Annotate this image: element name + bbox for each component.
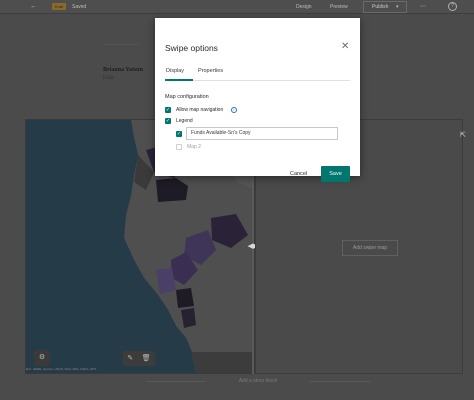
- preview-button[interactable]: Preview: [330, 4, 348, 10]
- map2-legend-checkbox[interactable]: [176, 144, 182, 150]
- delete-icon[interactable]: 🗑: [142, 351, 151, 366]
- more-dots-icon[interactable]: ⋯: [420, 3, 426, 10]
- chevron-down-icon[interactable]: ▾: [396, 4, 399, 10]
- add-story-block[interactable]: Add a story block: [146, 378, 370, 384]
- allow-navigation-label: Allow map navigation: [176, 107, 224, 113]
- map1-legend-checkbox[interactable]: ✓: [176, 131, 182, 137]
- map-attribution: Esri, HERE, Garmin, USGS, NGA, EPA, USDA…: [26, 367, 97, 371]
- app-top-bar: ← Draft Saved Design Preview Publish ▾ ⋯…: [0, 0, 474, 14]
- dialog-title: Swipe options: [165, 43, 218, 53]
- info-icon[interactable]: i: [231, 107, 237, 113]
- add-swipe-map-button[interactable]: Add swipe map: [342, 240, 398, 256]
- cancel-button[interactable]: Cancel: [290, 171, 307, 177]
- legend-label: Legend: [176, 118, 193, 124]
- map2-label: Map 2: [187, 144, 201, 150]
- edit-icon[interactable]: ✎: [127, 351, 133, 366]
- map-toolbar: ✎ 🗑: [123, 351, 155, 366]
- divider: [103, 44, 139, 45]
- section-heading: Map configuration: [165, 94, 209, 100]
- allow-navigation-checkbox[interactable]: ✓: [165, 107, 171, 113]
- arrow-left-icon[interactable]: ←: [30, 3, 37, 10]
- save-button[interactable]: Save: [321, 166, 350, 182]
- swipe-options-dialog: Swipe options ✕ Display Properties Map c…: [155, 18, 360, 182]
- story-status: Draft: [103, 76, 114, 81]
- status-badge: Draft: [52, 3, 66, 10]
- help-icon[interactable]: ?: [448, 2, 457, 11]
- design-button[interactable]: Design: [296, 4, 312, 10]
- tab-properties[interactable]: Properties: [198, 68, 223, 74]
- saved-status: Saved: [72, 4, 87, 10]
- tab-display[interactable]: Display: [166, 68, 184, 74]
- map1-layer-field[interactable]: Funds Available-Sn's Copy: [186, 127, 338, 140]
- close-icon[interactable]: ✕: [341, 42, 349, 52]
- map-settings-button[interactable]: ⚙: [34, 350, 50, 366]
- swipe-options-icon[interactable]: ⇱: [460, 131, 466, 139]
- legend-checkbox[interactable]: ✓: [165, 118, 171, 124]
- dialog-tabs: Display Properties: [165, 65, 350, 81]
- active-tab-indicator: [165, 79, 193, 81]
- publish-button[interactable]: Publish: [363, 1, 407, 13]
- story-author: Brianna Yatsun: [103, 67, 143, 73]
